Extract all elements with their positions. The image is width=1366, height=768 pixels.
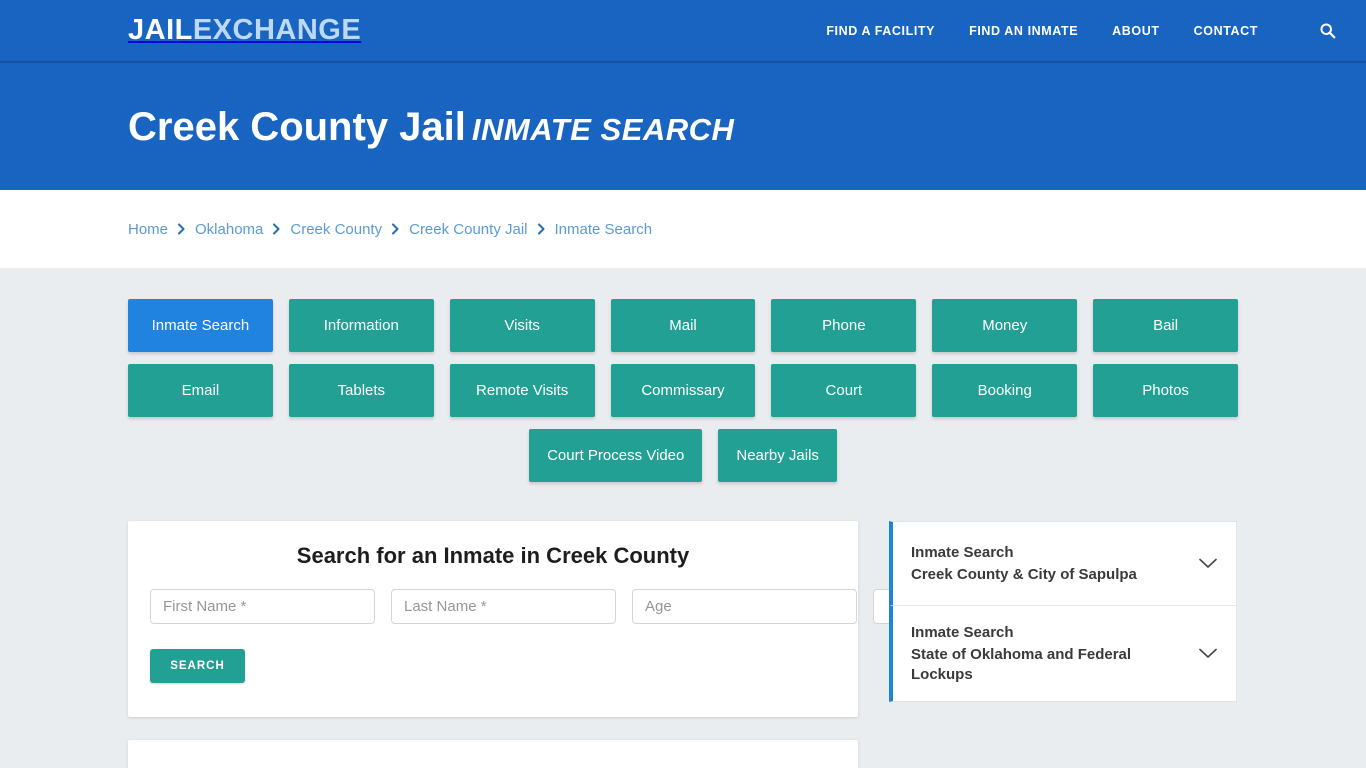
breadcrumb-bar: Home Oklahoma Creek County Creek County … xyxy=(0,190,1366,268)
page-title-section: INMATE SEARCH xyxy=(471,111,735,147)
search-button[interactable]: SEARCH xyxy=(150,649,245,683)
accordion-text: Inmate Search Creek County & City of Sap… xyxy=(911,542,1186,585)
top-navigation-bar: JAILEXCHANGE FIND A FACILITY FIND AN INM… xyxy=(0,0,1366,63)
tab-photos[interactable]: Photos xyxy=(1093,364,1239,417)
sidebar-accordion-county-search[interactable]: Inmate Search Creek County & City of Sap… xyxy=(889,521,1237,606)
breadcrumb-item-creek-county-jail[interactable]: Creek County Jail xyxy=(409,221,527,238)
inmate-search-card: Search for an Inmate in Creek County Rac… xyxy=(128,521,1033,717)
breadcrumb: Home Oklahoma Creek County Creek County … xyxy=(128,221,652,238)
age-input[interactable] xyxy=(632,589,857,624)
breadcrumb-item-creek-county[interactable]: Creek County xyxy=(290,221,382,238)
logo-text-secondary: EXCHANGE xyxy=(192,14,362,46)
tab-email[interactable]: Email xyxy=(128,364,273,417)
tab-row-3: Court Process Video Nearby Jails xyxy=(128,429,1238,482)
tab-court[interactable]: Court xyxy=(771,364,917,417)
search-icon[interactable] xyxy=(1316,20,1338,42)
sidebar: Inmate Search Creek County & City of Sap… xyxy=(889,521,1237,702)
tab-bail[interactable]: Bail xyxy=(1093,299,1239,352)
nav-item-about[interactable]: ABOUT xyxy=(1112,24,1159,38)
tab-visits[interactable]: Visits xyxy=(449,299,595,352)
breadcrumb-item-inmate-search[interactable]: Inmate Search xyxy=(555,221,653,238)
accordion-subtitle: State of Oklahoma and Federal Lockups xyxy=(911,645,1132,683)
secondary-content-card xyxy=(128,740,858,768)
accordion-title: Inmate Search xyxy=(911,544,1014,562)
page-body: Inmate Search Information Visits Mail Ph… xyxy=(0,268,1366,768)
accordion-title: Inmate Search xyxy=(911,624,1014,641)
sidebar-accordion-state-search[interactable]: Inmate Search State of Oklahoma and Fede… xyxy=(889,606,1237,702)
page-title-facility: Creek County Jail xyxy=(128,104,466,149)
tab-nearby-jails[interactable]: Nearby Jails xyxy=(718,429,837,482)
nav-item-contact[interactable]: CONTACT xyxy=(1194,24,1258,38)
tab-inmate-search[interactable]: Inmate Search xyxy=(128,299,273,352)
site-logo[interactable]: JAILEXCHANGE xyxy=(128,16,361,45)
tab-mail[interactable]: Mail xyxy=(610,299,756,352)
tab-commissary[interactable]: Commissary xyxy=(610,364,756,417)
tab-money[interactable]: Money xyxy=(932,299,1078,352)
facility-tab-grid: Inmate Search Information Visits Mail Ph… xyxy=(0,268,1366,482)
tab-information[interactable]: Information xyxy=(288,299,434,352)
accordion-text: Inmate Search State of Oklahoma and Fede… xyxy=(911,622,1186,685)
page-title: Creek County Jail INMATE SEARCH xyxy=(128,105,734,149)
logo-text-primary: JAIL xyxy=(128,14,193,46)
main-content: Search for an Inmate in Creek County Rac… xyxy=(0,494,1366,768)
tab-booking[interactable]: Booking xyxy=(932,364,1078,417)
breadcrumb-item-oklahoma[interactable]: Oklahoma xyxy=(195,221,263,238)
chevron-right-icon xyxy=(177,223,186,235)
breadcrumb-item-home[interactable]: Home xyxy=(128,221,168,238)
primary-nav: FIND A FACILITY FIND AN INMATE ABOUT CON… xyxy=(826,20,1338,42)
search-form-fields: Race xyxy=(150,589,1033,624)
first-name-input[interactable] xyxy=(150,589,375,624)
chevron-right-icon xyxy=(391,223,400,235)
tab-court-process-video[interactable]: Court Process Video xyxy=(529,429,703,482)
tab-tablets[interactable]: Tablets xyxy=(288,364,434,417)
chevron-down-icon[interactable] xyxy=(1198,557,1218,570)
search-form-heading: Search for an Inmate in Creek County xyxy=(296,543,690,568)
chevron-right-icon xyxy=(272,223,281,235)
chevron-right-icon xyxy=(537,223,546,235)
left-column: Search for an Inmate in Creek County Rac… xyxy=(128,521,1033,768)
tab-phone[interactable]: Phone xyxy=(771,299,917,352)
tab-row-2: Email Tablets Remote Visits Commissary C… xyxy=(128,364,1239,417)
page-hero-band: Creek County Jail INMATE SEARCH xyxy=(0,63,1366,190)
tab-remote-visits[interactable]: Remote Visits xyxy=(449,364,595,417)
last-name-input[interactable] xyxy=(391,589,616,624)
nav-item-find-an-inmate[interactable]: FIND AN INMATE xyxy=(969,24,1078,38)
accordion-subtitle: Creek County & City of Sapulpa xyxy=(911,565,1137,583)
tab-row-1: Inmate Search Information Visits Mail Ph… xyxy=(128,299,1239,352)
nav-item-find-a-facility[interactable]: FIND A FACILITY xyxy=(826,24,935,38)
chevron-down-icon[interactable] xyxy=(1198,647,1218,660)
